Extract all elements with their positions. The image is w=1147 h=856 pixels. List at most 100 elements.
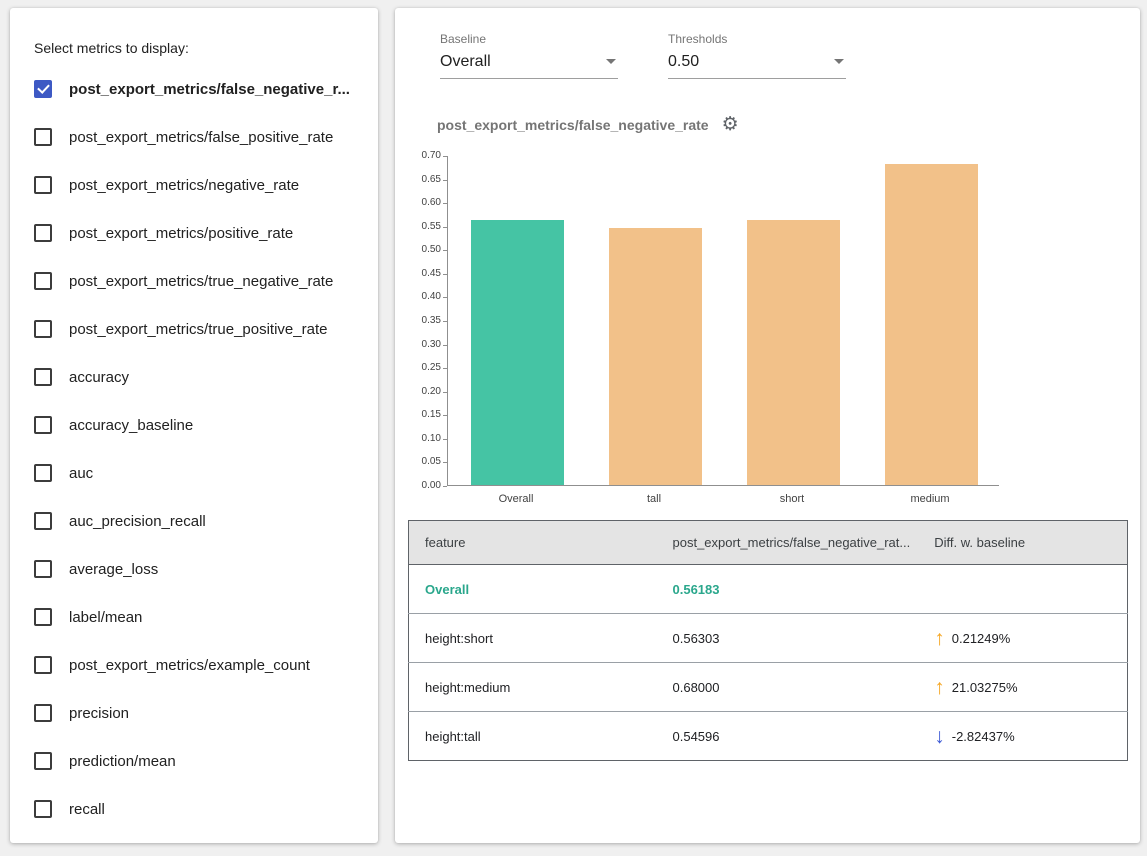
y-axis-tick-label: 0.05 [407,456,441,467]
checkbox-unchecked-icon[interactable] [34,176,52,194]
table-header-row: featurepost_export_metrics/false_negativ… [409,521,1128,565]
y-axis-tick [443,180,447,181]
metric-checkbox-item[interactable]: average_loss [34,545,368,593]
metric-checkbox-item[interactable]: accuracy [34,353,368,401]
thresholds-select-value: 0.50 [668,52,699,71]
baseline-select-value: Overall [440,52,491,71]
baseline-select[interactable]: Baseline Overall [440,32,618,79]
metric-checkbox-item[interactable]: auc [34,449,368,497]
chevron-down-icon [834,59,844,64]
y-axis-tick [443,203,447,204]
metric-checkbox-item[interactable]: recall [34,785,368,833]
feature-cell: height:tall [409,712,657,761]
feature-cell: Overall [409,565,657,614]
metric-label: accuracy [69,369,129,386]
table-body: Overall0.56183height:short0.56303↑0.2124… [409,565,1128,761]
metric-label: post_export_metrics/negative_rate [69,177,299,194]
table-row: height:short0.56303 ↑ 0.21249% [409,614,1128,663]
baseline-select-label: Baseline [440,32,618,46]
diff-cell [918,565,1127,614]
y-axis-tick-label: 0.40 [407,291,441,302]
metric-checkbox-item[interactable]: precision [34,689,368,737]
diff-value: 21.03275% [952,680,1018,695]
diff-value: -2.82437% [952,729,1015,744]
checkbox-unchecked-icon[interactable] [34,704,52,722]
checkbox-unchecked-icon[interactable] [34,752,52,770]
bar-Overall[interactable] [471,220,564,485]
x-axis-tick-label: tall [647,493,661,505]
metric-label: post_export_metrics/true_positive_rate [69,321,327,338]
table-header-cell: Diff. w. baseline [918,521,1127,565]
y-axis-tick [443,321,447,322]
x-axis-tick-label: medium [910,493,949,505]
checkbox-unchecked-icon[interactable] [34,656,52,674]
metric-checkbox-item[interactable]: post_export_metrics/false_negative_r... [34,65,368,113]
y-axis-tick [443,274,447,275]
y-axis-tick [443,345,447,346]
metric-label: prediction/mean [69,753,176,770]
y-axis-tick-label: 0.70 [407,150,441,161]
checkbox-unchecked-icon[interactable] [34,560,52,578]
metric-checkbox-item[interactable]: post_export_metrics/true_positive_rate [34,305,368,353]
checkbox-unchecked-icon[interactable] [34,272,52,290]
metric-results-panel: Baseline Overall Thresholds 0.50 post_ex… [395,8,1140,843]
checkbox-unchecked-icon[interactable] [34,368,52,386]
value-cell: 0.56303 [657,614,919,663]
checkbox-unchecked-icon[interactable] [34,416,52,434]
metric-label: precision [69,705,129,722]
diff-value: 0.21249% [952,631,1011,646]
metric-checkbox-item[interactable]: post_export_metrics/negative_rate [34,161,368,209]
checkbox-checked-icon[interactable] [34,80,52,98]
y-axis-tick-label: 0.45 [407,268,441,279]
checkbox-unchecked-icon[interactable] [34,608,52,626]
metric-checkbox-item[interactable]: post_export_metrics/example_count [34,641,368,689]
checkbox-unchecked-icon[interactable] [34,464,52,482]
metric-checkbox-item[interactable]: post_export_metrics/positive_rate [34,209,368,257]
metrics-table: featurepost_export_metrics/false_negativ… [408,520,1128,761]
y-axis-tick-label: 0.50 [407,244,441,255]
checkbox-unchecked-icon[interactable] [34,512,52,530]
fairness-indicators-app: Select metrics to display: post_export_m… [0,0,1147,856]
bar-short[interactable] [747,220,840,485]
checkbox-unchecked-icon[interactable] [34,224,52,242]
checkbox-unchecked-icon[interactable] [34,320,52,338]
checkbox-unchecked-icon[interactable] [34,800,52,818]
metric-label: accuracy_baseline [69,417,193,434]
controls-row: Baseline Overall Thresholds 0.50 [440,32,1129,79]
y-axis-tick [443,156,447,157]
feature-cell: height:medium [409,663,657,712]
metric-label: post_export_metrics/false_positive_rate [69,129,333,146]
y-axis-tick-label: 0.00 [407,480,441,491]
checkbox-unchecked-icon[interactable] [34,128,52,146]
value-cell: 0.54596 [657,712,919,761]
y-axis-tick [443,392,447,393]
arrow-down-icon: ↓ [934,726,945,747]
gear-icon[interactable]: ⚙ [722,115,739,134]
y-axis-tick [443,297,447,298]
diff-cell: ↑ 0.21249% [918,614,1127,663]
metric-checkbox-item[interactable]: post_export_metrics/true_negative_rate [34,257,368,305]
thresholds-select[interactable]: Thresholds 0.50 [668,32,846,79]
y-axis-tick-label: 0.60 [407,197,441,208]
metric-label: post_export_metrics/example_count [69,657,310,674]
metric-checkbox-item[interactable]: auc_precision_recall [34,497,368,545]
metric-checkbox-item[interactable]: label/mean [34,593,368,641]
y-axis-tick [443,439,447,440]
table-row: height:tall0.54596 ↓ -2.82437% [409,712,1128,761]
y-axis-tick [443,368,447,369]
bar-medium[interactable] [885,164,978,485]
feature-cell: height:short [409,614,657,663]
chevron-down-icon [606,59,616,64]
diff-cell: ↑21.03275% [918,663,1127,712]
x-axis-tick-label: Overall [499,493,534,505]
metric-checkbox-item[interactable]: prediction/mean [34,737,368,785]
y-axis-tick-label: 0.30 [407,339,441,350]
metric-checkbox-item[interactable]: accuracy_baseline [34,401,368,449]
metric-label: auc_precision_recall [69,513,206,530]
metric-checkbox-item[interactable]: post_export_metrics/false_positive_rate [34,113,368,161]
table-row: height:medium0.68000↑21.03275% [409,663,1128,712]
metric-label: average_loss [69,561,158,578]
y-axis-tick-label: 0.10 [407,433,441,444]
bar-tall[interactable] [609,228,702,485]
arrow-up-icon: ↑ [934,628,945,649]
